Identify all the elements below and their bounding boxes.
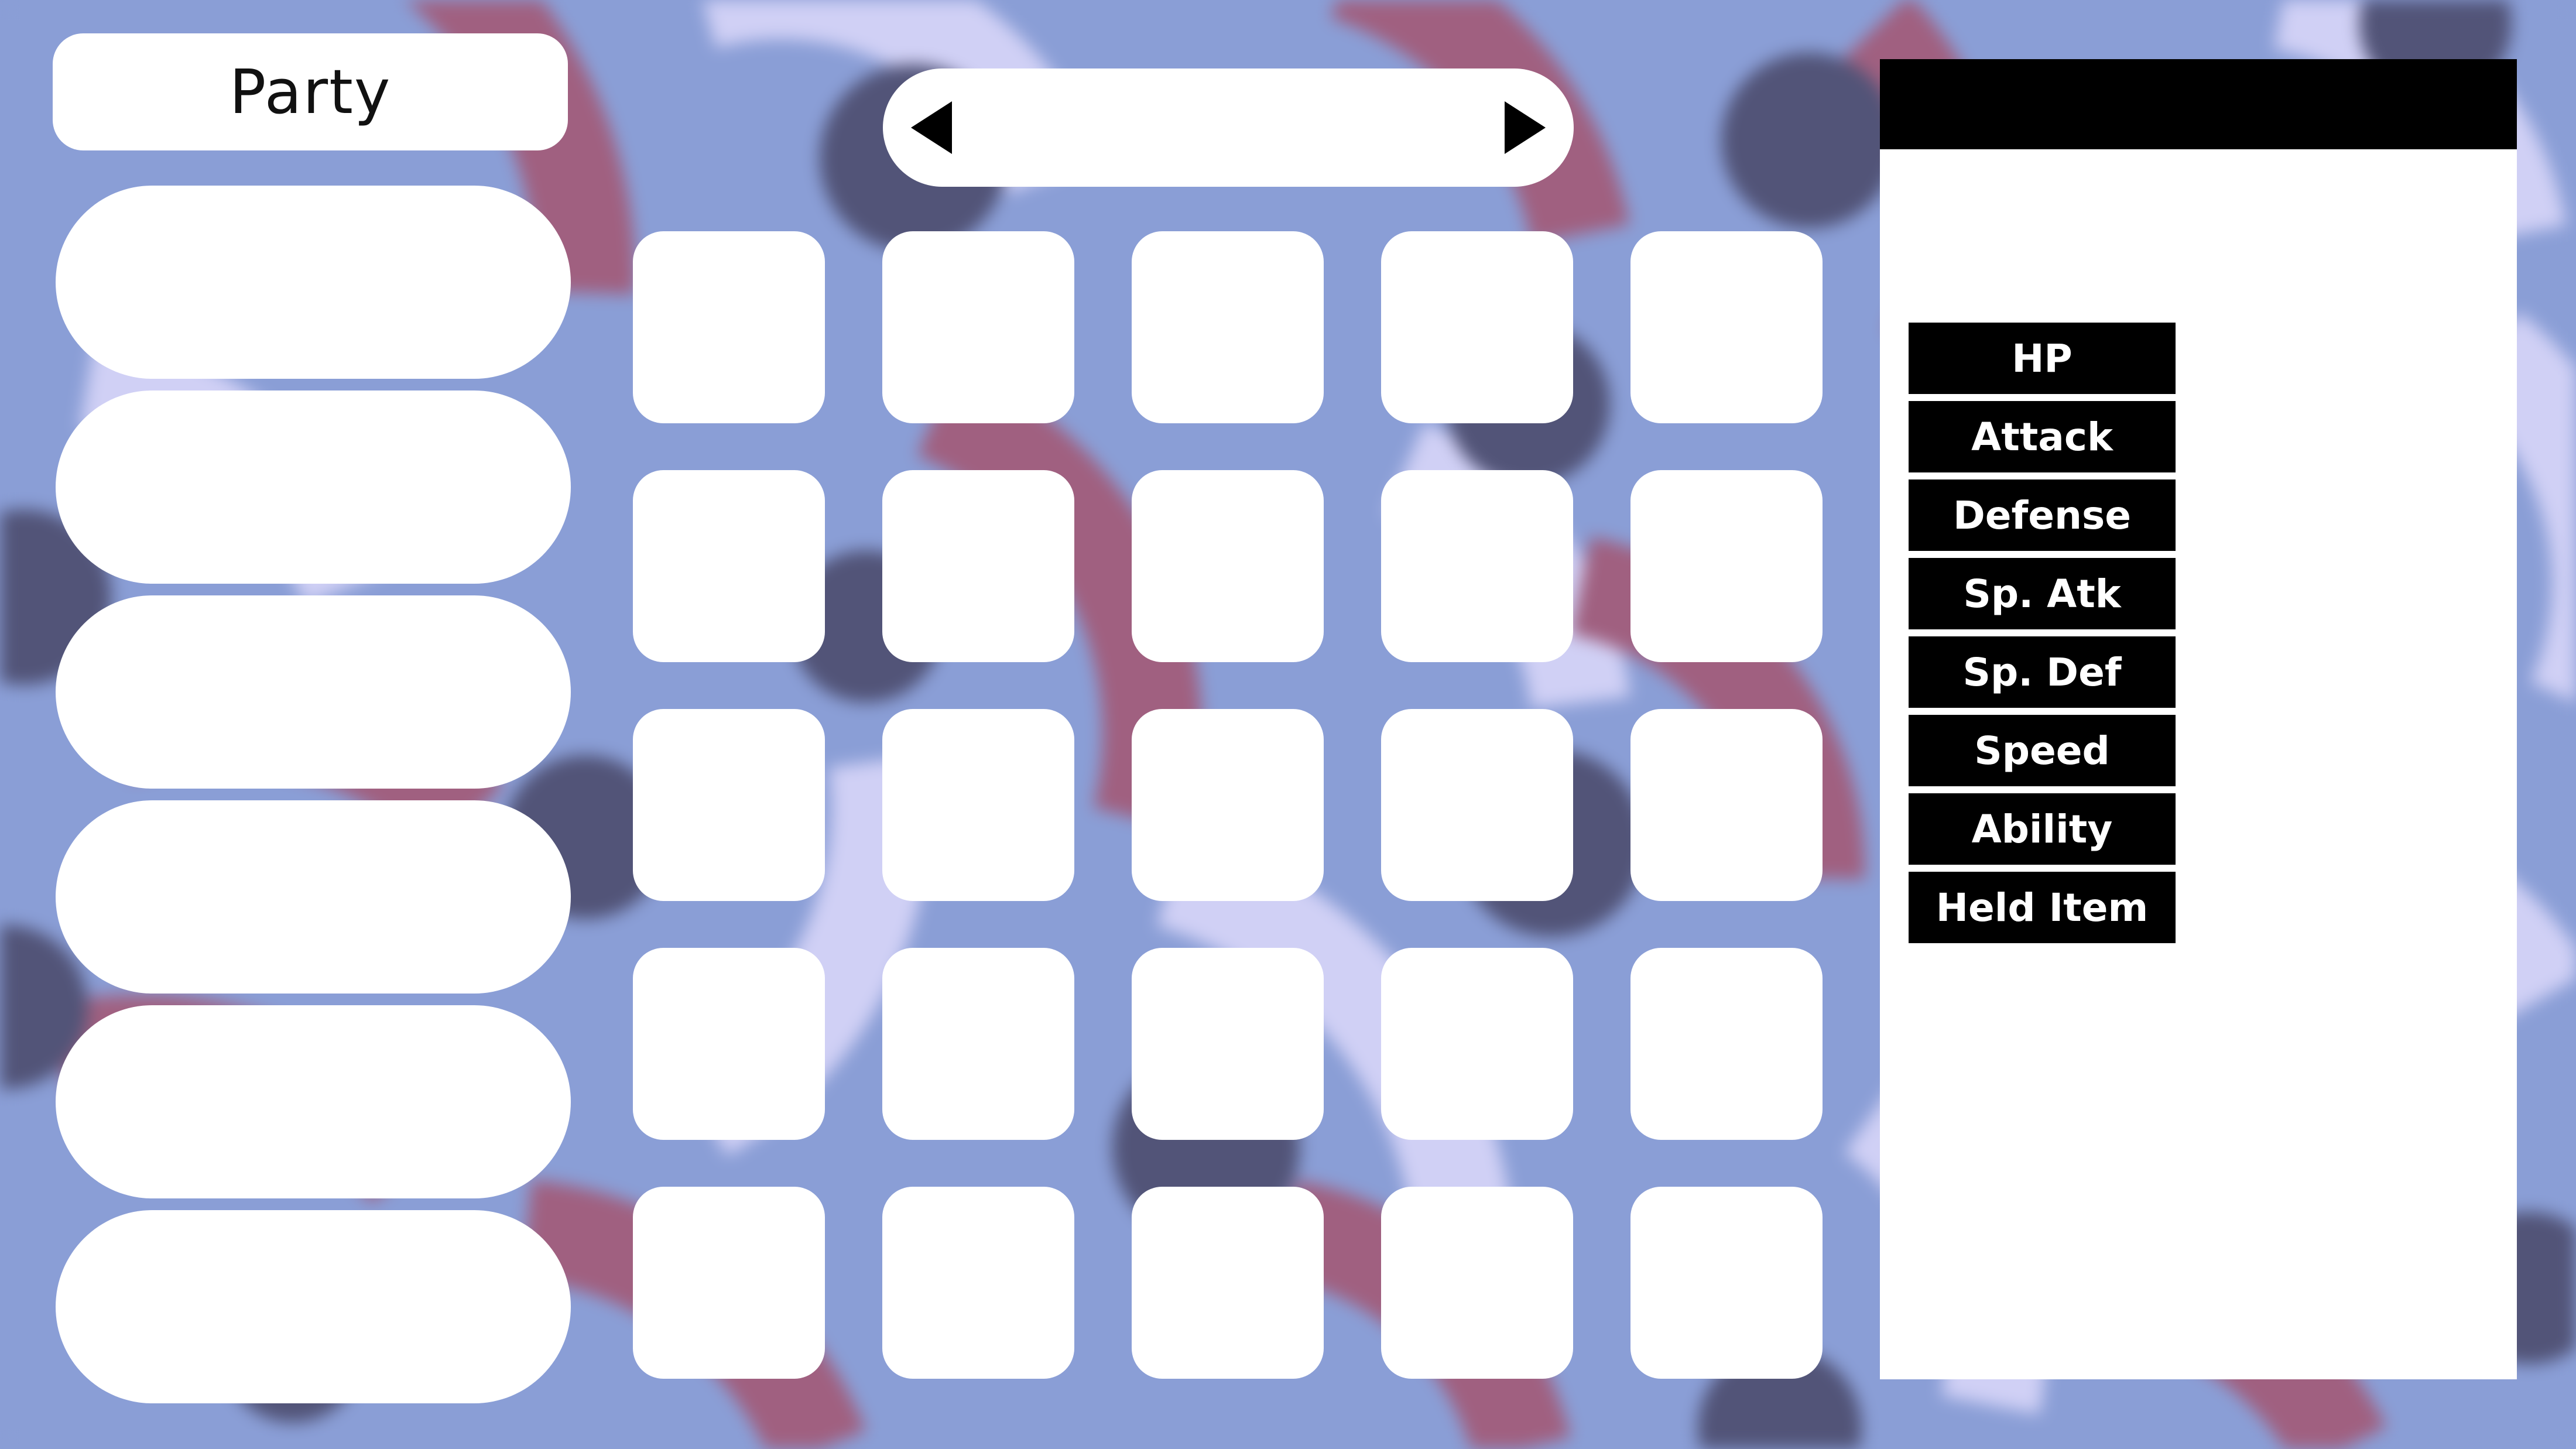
box-slot-4-1[interactable] xyxy=(633,948,825,1140)
box-slot-5-2[interactable] xyxy=(882,1187,1074,1379)
box-slot-3-1[interactable] xyxy=(633,709,825,901)
pc-box-screen: Party HP Attack Defense Sp. Atk Sp. Def … xyxy=(0,0,2576,1449)
box-slot-1-3[interactable] xyxy=(1132,231,1324,423)
stat-label-hp: HP xyxy=(1909,323,2176,394)
box-slot-4-3[interactable] xyxy=(1132,948,1324,1140)
stat-label-attack: Attack xyxy=(1909,401,2176,472)
summary-header xyxy=(1880,59,2517,149)
box-slot-5-4[interactable] xyxy=(1381,1187,1573,1379)
stat-value-held-item xyxy=(2196,872,2489,943)
box-slot-2-5[interactable] xyxy=(1630,470,1823,662)
box-slot-1-2[interactable] xyxy=(882,231,1074,423)
stat-value-sp-atk xyxy=(2196,558,2489,629)
stat-value-hp xyxy=(2196,323,2489,394)
box-slot-1-4[interactable] xyxy=(1381,231,1573,423)
stat-label-sp-atk: Sp. Atk xyxy=(1909,558,2176,629)
box-slot-2-3[interactable] xyxy=(1132,470,1324,662)
party-slot-5[interactable] xyxy=(56,1005,571,1198)
party-slot-6[interactable] xyxy=(56,1210,571,1403)
box-slot-5-1[interactable] xyxy=(633,1187,825,1379)
party-slot-4[interactable] xyxy=(56,800,571,994)
box-slot-2-4[interactable] xyxy=(1381,470,1573,662)
box-slot-2-2[interactable] xyxy=(882,470,1074,662)
box-slot-4-2[interactable] xyxy=(882,948,1074,1140)
stat-label-sp-def: Sp. Def xyxy=(1909,636,2176,708)
box-slot-4-5[interactable] xyxy=(1630,948,1823,1140)
stat-value-defense xyxy=(2196,479,2489,551)
box-slot-5-5[interactable] xyxy=(1630,1187,1823,1379)
stat-value-sp-def xyxy=(2196,636,2489,708)
triangle-right-icon[interactable] xyxy=(1505,101,1546,154)
stat-value-speed xyxy=(2196,715,2489,786)
party-slot-1[interactable] xyxy=(56,186,571,379)
stat-label-speed: Speed xyxy=(1909,715,2176,786)
triangle-left-icon[interactable] xyxy=(911,101,952,154)
box-slot-4-4[interactable] xyxy=(1381,948,1573,1140)
stat-label-held-item: Held Item xyxy=(1909,872,2176,943)
summary-panel: HP Attack Defense Sp. Atk Sp. Def Speed … xyxy=(1880,59,2517,1379)
stat-label-ability: Ability xyxy=(1909,793,2176,865)
box-slot-3-3[interactable] xyxy=(1132,709,1324,901)
stat-value-ability xyxy=(2196,793,2489,865)
party-slot-3[interactable] xyxy=(56,595,571,789)
box-slot-2-1[interactable] xyxy=(633,470,825,662)
party-slot-2[interactable] xyxy=(56,390,571,584)
box-selector xyxy=(883,68,1574,187)
party-title-box: Party xyxy=(53,33,568,150)
box-slot-3-2[interactable] xyxy=(882,709,1074,901)
box-slot-1-5[interactable] xyxy=(1630,231,1823,423)
party-title: Party xyxy=(229,56,392,128)
stat-label-defense: Defense xyxy=(1909,479,2176,551)
box-slot-3-5[interactable] xyxy=(1630,709,1823,901)
box-slot-1-1[interactable] xyxy=(633,231,825,423)
stat-value-attack xyxy=(2196,401,2489,472)
box-slot-3-4[interactable] xyxy=(1381,709,1573,901)
box-slot-5-3[interactable] xyxy=(1132,1187,1324,1379)
